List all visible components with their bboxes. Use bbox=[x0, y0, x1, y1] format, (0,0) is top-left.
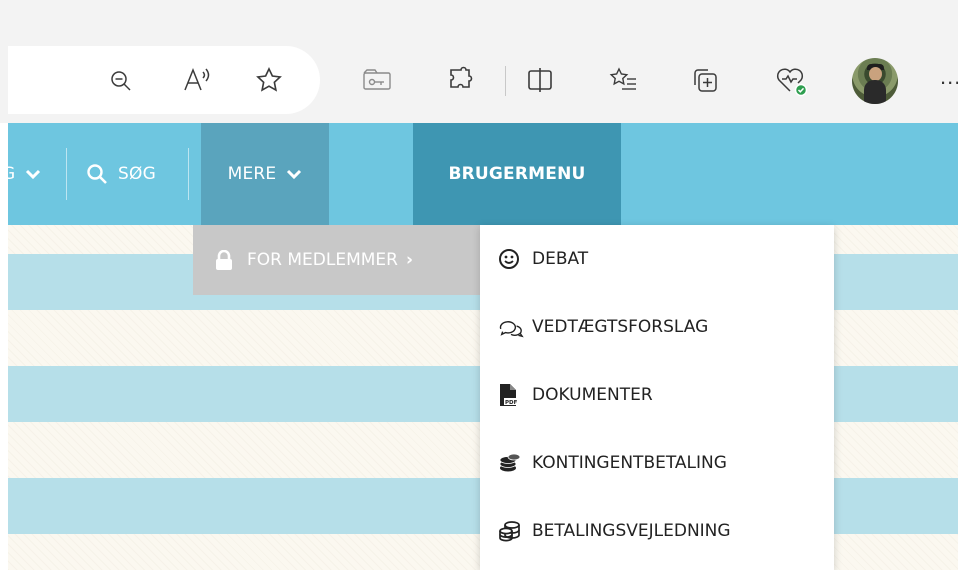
coin-stack-icon bbox=[498, 518, 524, 544]
search-label: SØG bbox=[118, 164, 156, 184]
svg-text:PDF: PDF bbox=[505, 400, 518, 406]
nav-item-brugermenu-label: BRUGERMENU bbox=[448, 164, 586, 184]
favorites-list-icon[interactable] bbox=[606, 64, 640, 96]
menu-item-label: VEDTÆGTSFORSLAG bbox=[532, 317, 709, 337]
zoom-out-icon[interactable] bbox=[106, 66, 136, 96]
menu-item-betalingsvejledning[interactable]: BETALINGSVEJLEDNING bbox=[480, 497, 834, 565]
members-submenu: DEBAT VEDTÆGTSFORSLAG PDF DOKUMENTER KON… bbox=[480, 225, 834, 570]
browser-toolbar: ... bbox=[0, 0, 958, 123]
read-aloud-icon[interactable] bbox=[180, 64, 214, 96]
menu-item-dokumenter[interactable]: PDF DOKUMENTER bbox=[480, 361, 834, 429]
nav-item-brugermenu[interactable]: BRUGERMENU bbox=[413, 123, 621, 225]
nav-item-partial-label: G bbox=[2, 164, 16, 184]
nav-item-mere[interactable]: MERE bbox=[201, 123, 329, 225]
extensions-icon[interactable] bbox=[444, 64, 476, 96]
site-navbar: G SØG MERE BRUGERMENU bbox=[2, 123, 958, 225]
search-icon bbox=[87, 164, 107, 184]
favorite-star-icon[interactable] bbox=[252, 64, 286, 96]
menu-item-kontingentbetaling[interactable]: KONTINGENTBETALING bbox=[480, 429, 834, 497]
password-key-icon[interactable] bbox=[360, 66, 394, 94]
menu-item-vedtaegtsforslag[interactable]: VEDTÆGTSFORSLAG bbox=[480, 293, 834, 361]
nav-item-partial[interactable]: G bbox=[2, 123, 41, 225]
more-options-icon[interactable]: ... bbox=[940, 64, 958, 90]
nav-divider bbox=[66, 148, 67, 200]
profile-avatar[interactable] bbox=[852, 58, 898, 104]
collections-icon[interactable] bbox=[688, 64, 722, 96]
menu-item-label: BETALINGSVEJLEDNING bbox=[532, 521, 731, 541]
search-button[interactable]: SØG bbox=[86, 123, 156, 225]
split-screen-icon[interactable] bbox=[524, 64, 556, 96]
coins-icon bbox=[498, 450, 524, 476]
chevron-down-icon bbox=[26, 169, 41, 180]
menu-item-label: KONTINGENTBETALING bbox=[532, 453, 727, 473]
chevron-right-icon: › bbox=[405, 250, 413, 270]
menu-item-for-medlemmer[interactable]: FOR MEDLEMMER › bbox=[193, 225, 480, 295]
toolbar-divider bbox=[505, 66, 506, 96]
pdf-file-icon: PDF bbox=[498, 382, 524, 408]
menu-item-label: DOKUMENTER bbox=[532, 385, 653, 405]
smiley-icon bbox=[498, 246, 524, 272]
browser-essentials-icon[interactable] bbox=[774, 64, 810, 98]
menu-item-label: DEBAT bbox=[532, 249, 589, 269]
lock-icon bbox=[216, 250, 232, 270]
menu-item-debat[interactable]: DEBAT bbox=[480, 225, 834, 293]
chat-bubbles-icon bbox=[498, 314, 524, 340]
nav-divider bbox=[188, 148, 189, 200]
for-medlemmer-label: FOR MEDLEMMER bbox=[247, 250, 398, 270]
chevron-down-icon bbox=[287, 169, 302, 180]
nav-item-mere-label: MERE bbox=[227, 164, 277, 184]
